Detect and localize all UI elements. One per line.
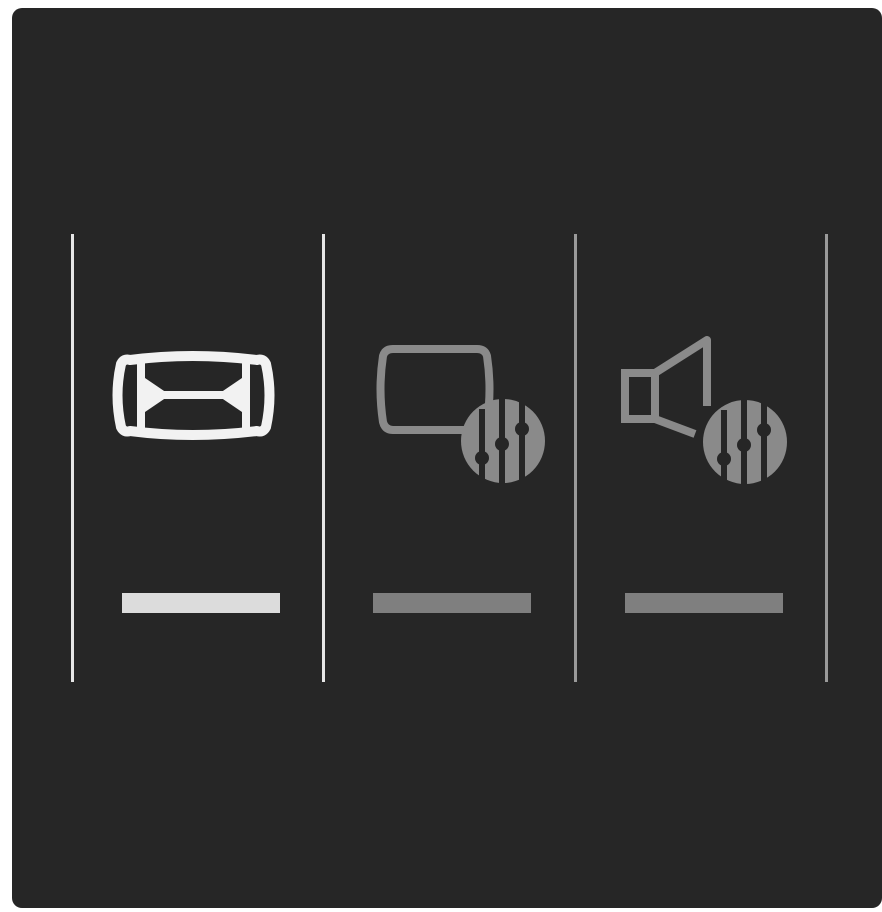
menu-item-picture-settings[interactable] xyxy=(325,236,573,680)
menu-item-picture-format[interactable] xyxy=(74,236,322,680)
picture-format-icon xyxy=(112,351,275,440)
selection-bar xyxy=(625,593,783,613)
menu-item-sound-settings[interactable] xyxy=(577,236,825,680)
tv-menu-panel xyxy=(12,8,882,908)
picture-settings-icon xyxy=(376,345,545,488)
divider-4 xyxy=(825,234,828,682)
selection-bar xyxy=(373,593,531,613)
selection-bar xyxy=(122,593,280,613)
sound-settings-icon xyxy=(621,336,787,489)
